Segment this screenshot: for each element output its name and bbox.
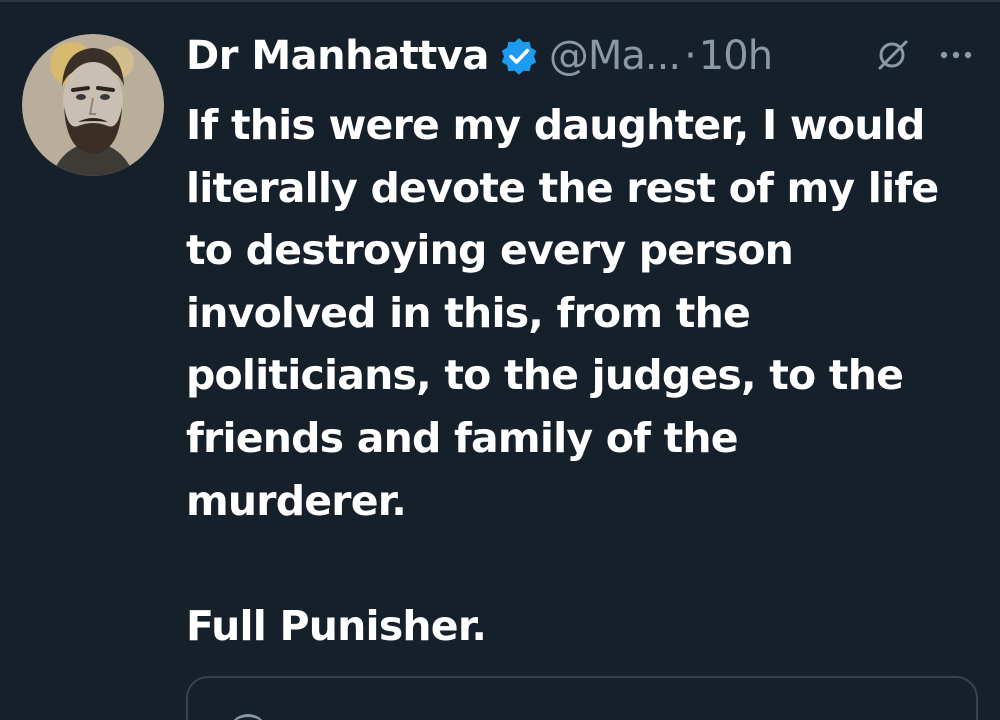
tweet-header: Dr Manhattva @Ma... · 10h (186, 26, 773, 86)
tweet-text-line: literally devote the rest of my life (186, 163, 939, 212)
verified-badge-icon[interactable] (499, 36, 539, 76)
tweet-text-line: Full Punisher. (186, 601, 487, 650)
top-divider (0, 0, 1000, 2)
tweet-text-line: If this were my daughter, I would (186, 101, 925, 149)
avatar-icon (22, 34, 164, 176)
tweet-timestamp[interactable]: 10h (699, 33, 773, 79)
tweet-text-line: involved in this, from the (186, 288, 751, 337)
header-separator: · (684, 33, 697, 79)
quoted-tweet-card[interactable] (186, 676, 978, 720)
more-options-icon[interactable] (936, 40, 976, 70)
tweet-text-line: to destroying every person (186, 226, 794, 275)
author-handle[interactable]: @Ma... (549, 33, 681, 79)
tweet-text-line: friends and family of the (186, 413, 739, 462)
tweet-text: If this were my daughter, I would litera… (186, 94, 986, 657)
tweet-text-line: politicians, to the judges, to the (186, 351, 904, 400)
grok-icon[interactable] (876, 38, 910, 72)
quoted-author-avatar (228, 714, 268, 720)
author-avatar[interactable] (22, 34, 164, 176)
tweet-text-line: murderer. (186, 476, 407, 525)
author-display-name[interactable]: Dr Manhattva (186, 33, 489, 79)
